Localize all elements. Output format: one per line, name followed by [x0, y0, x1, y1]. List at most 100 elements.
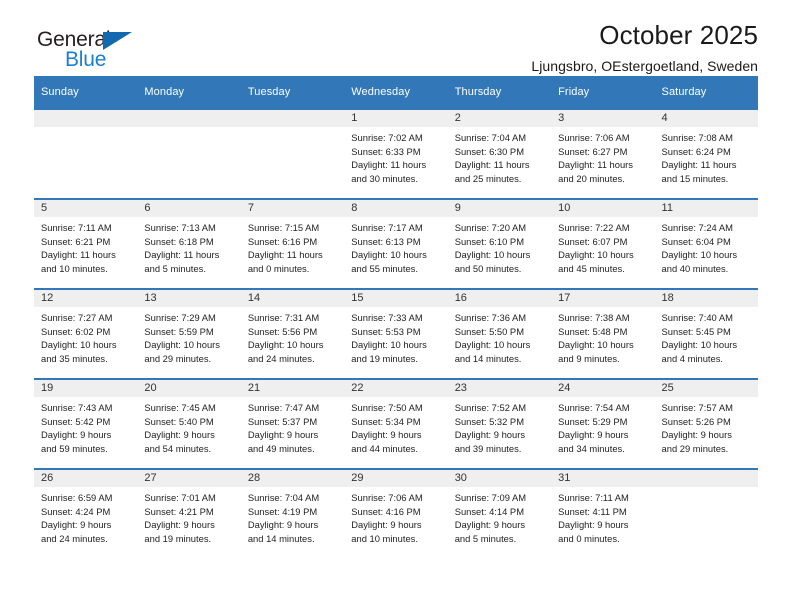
calendar-day-empty: [137, 110, 241, 198]
day-number: 1: [344, 110, 448, 127]
calendar-week-row: 12 Sunrise: 7:27 AM Sunset: 6:02 PM Dayligh…: [34, 288, 758, 379]
calendar-cell: 27 Sunrise: 7:01 AM Sunset: 4:21 PM Dayligh…: [137, 468, 241, 558]
weekday-header-sunday: Sunday: [34, 76, 138, 109]
calendar-cell: 7 Sunrise: 7:15 AM Sunset: 6:16 PM Daylight…: [240, 198, 345, 289]
calendar-day[interactable]: 18 Sunrise: 7:40 AM Sunset: 5:45 PM Dayligh…: [654, 290, 758, 378]
calendar-day[interactable]: 12 Sunrise: 7:27 AM Sunset: 6:02 PM Dayligh…: [34, 290, 138, 378]
calendar-day[interactable]: 26 Sunrise: 6:59 AM Sunset: 4:24 PM Dayligh…: [34, 470, 138, 558]
calendar-day[interactable]: 29 Sunrise: 7:06 AM Sunset: 4:16 PM Dayligh…: [344, 470, 448, 558]
day-detail-line: and 50 minutes.: [454, 262, 522, 274]
day-detail-line: Daylight: 9 hours: [247, 519, 319, 531]
day-details: Sunrise: 7:43 AM Sunset: 5:42 PM Daylight:…: [34, 397, 137, 455]
calendar-cell: 1 Sunrise: 7:02 AM Sunset: 6:33 PM Daylight…: [344, 108, 448, 199]
day-detail-line: Daylight: 9 hours: [41, 429, 112, 441]
calendar-day[interactable]: 10 Sunrise: 7:22 AM Sunset: 6:07 PM Dayligh…: [551, 200, 655, 288]
calendar-day-empty: [654, 470, 758, 558]
calendar-day[interactable]: 17 Sunrise: 7:38 AM Sunset: 5:48 PM Dayligh…: [551, 290, 655, 378]
day-number: 19: [34, 380, 138, 397]
day-details: Sunrise: 7:31 AM Sunset: 5:56 PM Daylight:…: [241, 307, 344, 365]
day-detail-line: Daylight: 10 hours: [454, 339, 531, 351]
calendar-day[interactable]: 4 Sunrise: 7:08 AM Sunset: 6:24 PM Daylight…: [654, 110, 758, 198]
day-detail-line: and 0 minutes.: [558, 532, 620, 544]
calendar-day[interactable]: 25 Sunrise: 7:57 AM Sunset: 5:26 PM Dayligh…: [654, 380, 758, 468]
calendar-day[interactable]: 2 Sunrise: 7:04 AM Sunset: 6:30 PM Daylight…: [447, 110, 552, 198]
calendar-day[interactable]: 28 Sunrise: 7:04 AM Sunset: 4:19 PM Dayligh…: [240, 470, 345, 558]
calendar-day[interactable]: 9 Sunrise: 7:20 AM Sunset: 6:10 PM Daylight…: [447, 200, 552, 288]
day-number: 18: [654, 290, 758, 307]
calendar-day[interactable]: 30 Sunrise: 7:09 AM Sunset: 4:14 PM Dayligh…: [447, 470, 552, 558]
day-detail-line: Sunrise: 7:04 AM: [247, 492, 320, 503]
calendar-body: 1 Sunrise: 7:02 AM Sunset: 6:33 PM Daylight…: [34, 108, 758, 558]
calendar-day[interactable]: 16 Sunrise: 7:36 AM Sunset: 5:50 PM Dayligh…: [447, 290, 552, 378]
calendar-day[interactable]: 19 Sunrise: 7:43 AM Sunset: 5:42 PM Dayligh…: [34, 380, 138, 468]
day-number: 15: [344, 290, 448, 307]
day-details: [34, 127, 137, 131]
day-number: [240, 110, 345, 127]
day-detail-line: Sunset: 5:48 PM: [558, 325, 628, 337]
calendar-day[interactable]: 21 Sunrise: 7:47 AM Sunset: 5:37 PM Dayligh…: [240, 380, 345, 468]
day-detail-line: Sunset: 5:53 PM: [351, 325, 421, 337]
day-detail-line: and 14 minutes.: [247, 532, 315, 544]
calendar-day[interactable]: 14 Sunrise: 7:31 AM Sunset: 5:56 PM Dayligh…: [240, 290, 345, 378]
calendar-day[interactable]: 8 Sunrise: 7:17 AM Sunset: 6:13 PM Daylight…: [344, 200, 448, 288]
day-detail-line: Sunset: 5:26 PM: [661, 415, 731, 427]
day-detail-line: Daylight: 11 hours: [454, 159, 530, 171]
calendar-cell: [34, 108, 138, 199]
day-number: 13: [137, 290, 241, 307]
calendar-day[interactable]: 22 Sunrise: 7:50 AM Sunset: 5:34 PM Dayligh…: [344, 380, 448, 468]
day-details: Sunrise: 7:11 AM Sunset: 4:11 PM Daylight:…: [551, 487, 654, 545]
day-details: Sunrise: 7:33 AM Sunset: 5:53 PM Daylight:…: [344, 307, 447, 365]
calendar-day[interactable]: 1 Sunrise: 7:02 AM Sunset: 6:33 PM Daylight…: [344, 110, 448, 198]
generalblue-logo[interactable]: General Blue: [37, 28, 237, 78]
day-detail-line: and 55 minutes.: [351, 262, 418, 274]
calendar-day[interactable]: 3 Sunrise: 7:06 AM Sunset: 6:27 PM Daylight…: [551, 110, 655, 198]
calendar-day[interactable]: 5 Sunrise: 7:11 AM Sunset: 6:21 PM Daylight…: [34, 200, 138, 288]
day-details: Sunrise: 7:54 AM Sunset: 5:29 PM Daylight:…: [551, 397, 654, 455]
day-detail-line: Sunrise: 7:04 AM: [454, 132, 527, 143]
day-detail-line: Sunrise: 7:11 AM: [41, 222, 112, 233]
day-number: 14: [240, 290, 345, 307]
calendar-day[interactable]: 15 Sunrise: 7:33 AM Sunset: 5:53 PM Dayligh…: [344, 290, 448, 378]
day-detail-line: and 45 minutes.: [558, 262, 625, 274]
day-details: Sunrise: 7:15 AM Sunset: 6:16 PM Daylight:…: [241, 217, 344, 275]
weekday-header-tuesday: Tuesday: [240, 76, 345, 109]
calendar-day[interactable]: 27 Sunrise: 7:01 AM Sunset: 4:21 PM Dayligh…: [137, 470, 241, 558]
day-detail-line: and 10 minutes.: [351, 532, 418, 544]
day-detail-line: Sunrise: 7:13 AM: [144, 222, 216, 233]
day-details: Sunrise: 7:29 AM Sunset: 5:59 PM Daylight:…: [137, 307, 240, 365]
calendar-day[interactable]: 7 Sunrise: 7:15 AM Sunset: 6:16 PM Daylight…: [240, 200, 345, 288]
calendar-day[interactable]: 6 Sunrise: 7:13 AM Sunset: 6:18 PM Daylight…: [137, 200, 241, 288]
day-detail-line: and 25 minutes.: [454, 172, 522, 184]
day-detail-line: Sunset: 4:11 PM: [558, 505, 627, 517]
day-details: Sunrise: 7:02 AM Sunset: 6:33 PM Daylight:…: [344, 127, 447, 185]
calendar-week-row: 26 Sunrise: 6:59 AM Sunset: 4:24 PM Dayligh…: [34, 468, 758, 558]
day-detail-line: Daylight: 11 hours: [351, 159, 427, 171]
day-detail-line: and 14 minutes.: [454, 352, 522, 364]
day-detail-line: Sunrise: 7:24 AM: [661, 222, 733, 233]
calendar-day[interactable]: 31 Sunrise: 7:11 AM Sunset: 4:11 PM Dayligh…: [551, 470, 655, 558]
day-detail-line: Sunrise: 7:17 AM: [351, 222, 423, 233]
day-detail-line: Daylight: 10 hours: [454, 249, 531, 261]
calendar-page: General Blue October 2025 Ljungsbro, OEs…: [0, 0, 792, 612]
calendar-cell: [240, 108, 345, 199]
day-detail-line: Sunset: 6:21 PM: [41, 235, 111, 247]
calendar-cell: [137, 108, 241, 199]
day-detail-line: Daylight: 11 hours: [247, 249, 323, 261]
day-detail-line: Sunrise: 7:29 AM: [144, 312, 216, 323]
calendar-day[interactable]: 11 Sunrise: 7:24 AM Sunset: 6:04 PM Dayligh…: [654, 200, 758, 288]
calendar-day[interactable]: 20 Sunrise: 7:45 AM Sunset: 5:40 PM Dayligh…: [137, 380, 241, 468]
day-detail-line: and 24 minutes.: [247, 352, 315, 364]
calendar-cell: 30 Sunrise: 7:09 AM Sunset: 4:14 PM Dayligh…: [447, 468, 552, 558]
calendar-day[interactable]: 23 Sunrise: 7:52 AM Sunset: 5:32 PM Dayligh…: [447, 380, 552, 468]
calendar-cell: 12 Sunrise: 7:27 AM Sunset: 6:02 PM Dayligh…: [34, 288, 138, 379]
calendar-cell: 19 Sunrise: 7:43 AM Sunset: 5:42 PM Dayligh…: [34, 378, 138, 469]
calendar-day[interactable]: 13 Sunrise: 7:29 AM Sunset: 5:59 PM Dayligh…: [137, 290, 241, 378]
day-detail-line: and 49 minutes.: [247, 442, 315, 454]
calendar-day[interactable]: 24 Sunrise: 7:54 AM Sunset: 5:29 PM Dayligh…: [551, 380, 655, 468]
day-detail-line: Daylight: 9 hours: [144, 519, 215, 531]
day-detail-line: Sunset: 5:32 PM: [454, 415, 524, 427]
day-number: 3: [551, 110, 655, 127]
day-detail-line: Daylight: 9 hours: [144, 429, 215, 441]
calendar-cell: 20 Sunrise: 7:45 AM Sunset: 5:40 PM Dayligh…: [137, 378, 241, 469]
day-detail-line: Sunrise: 7:08 AM: [661, 132, 733, 143]
